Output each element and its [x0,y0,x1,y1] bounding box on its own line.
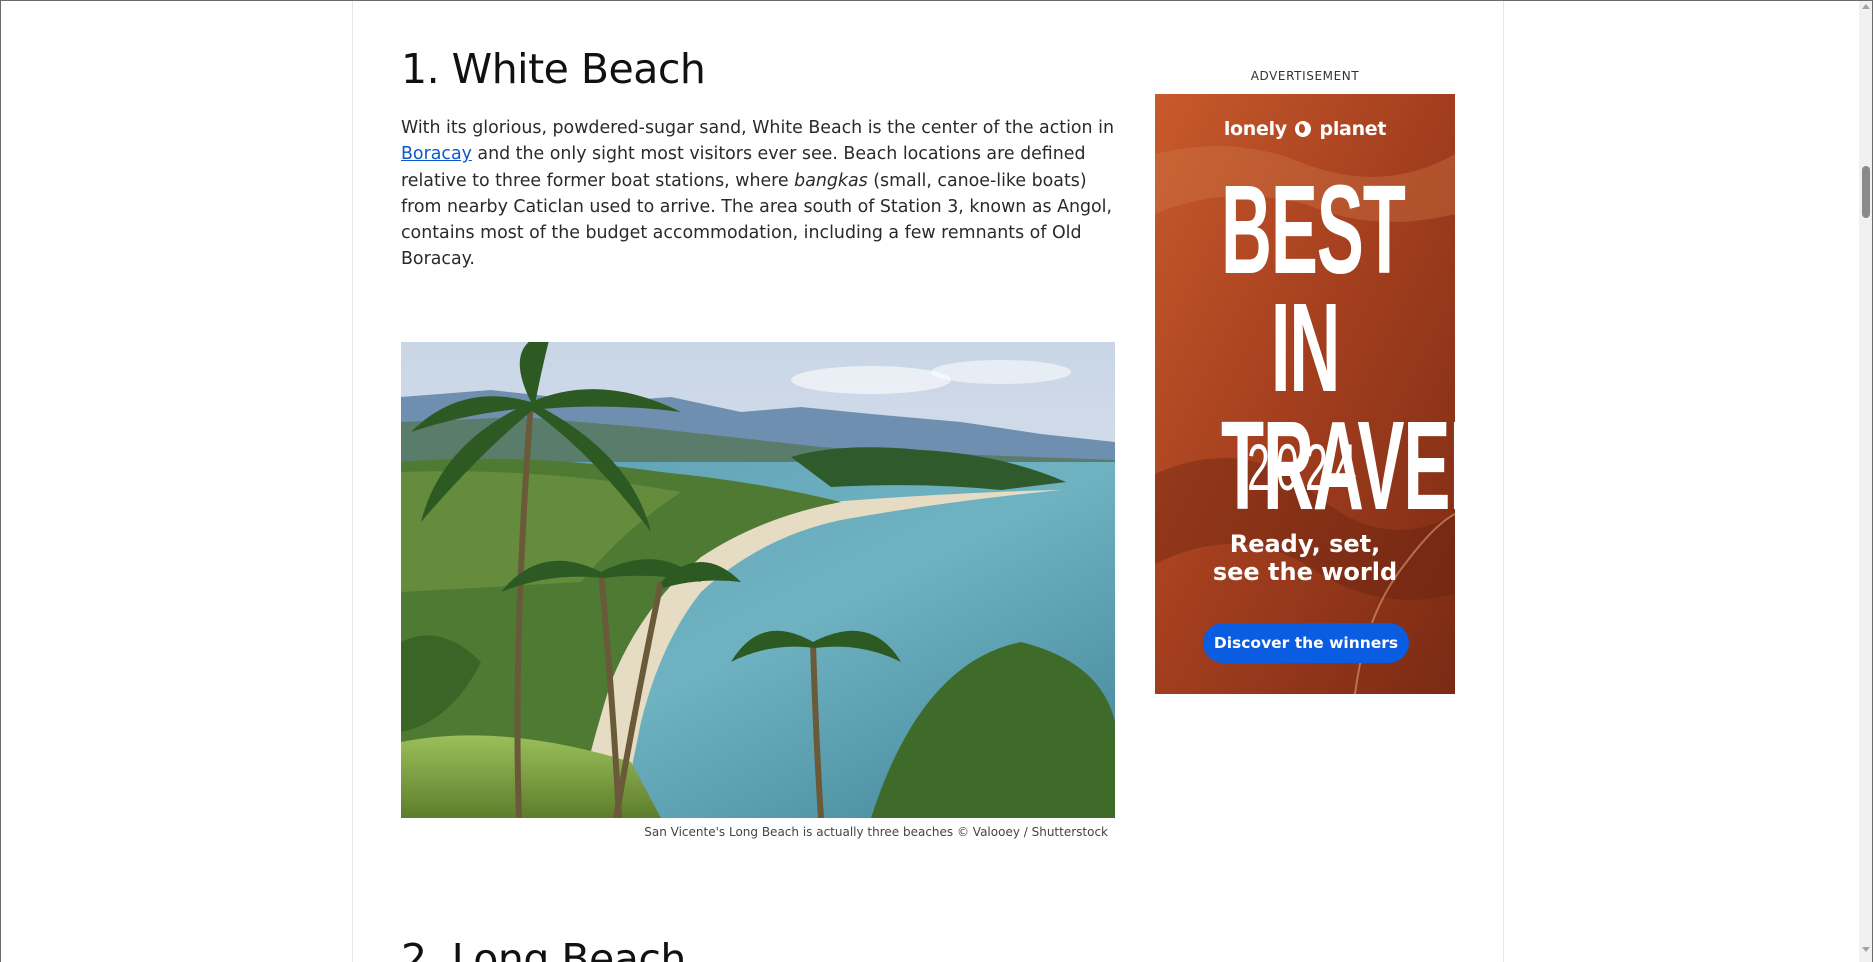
scroll-up-arrow-icon[interactable] [1862,4,1870,9]
vertical-scrollbar[interactable] [1859,1,1872,962]
beach-photo [401,342,1115,818]
scrollbar-thumb[interactable] [1862,166,1870,218]
body-text-intro: With its glorious, powdered-sugar sand, … [401,118,1114,138]
brand-left: lonely [1223,118,1287,140]
discover-winners-button[interactable]: Discover the winners [1203,623,1409,663]
ad-headline-line1: BEST IN [1221,159,1406,418]
brand-right: planet [1319,118,1387,140]
globe-icon [1295,121,1312,137]
boracay-link[interactable]: Boracay [401,144,472,164]
section-title: 1. White Beach [401,45,706,93]
page-right-margin [1503,1,1859,962]
ad-year: 2024 [1247,430,1363,504]
scroll-down-arrow-icon[interactable] [1862,947,1870,952]
browser-viewport: 1. White Beach With its glorious, powder… [0,0,1873,962]
body-text-emphasis: bangkas [794,170,868,191]
ad-tagline-line1: Ready, set, [1229,530,1381,558]
section-body: With its glorious, powdered-sugar sand, … [401,115,1116,273]
next-section-title: 2. Long Beach [401,935,686,962]
ad-tagline: Ready, set, see the world [1155,530,1455,586]
advertisement-label: ADVERTISEMENT [1250,69,1360,83]
page-left-margin [1,1,353,962]
ad-tagline-line2: see the world [1212,558,1398,586]
photo-caption: San Vicente's Long Beach is actually thr… [644,825,1108,839]
lonely-planet-logo: lonely planet [1155,118,1455,140]
advertisement-banner[interactable]: lonely planet BEST INTRAVEL 2024 Ready, … [1155,94,1455,694]
